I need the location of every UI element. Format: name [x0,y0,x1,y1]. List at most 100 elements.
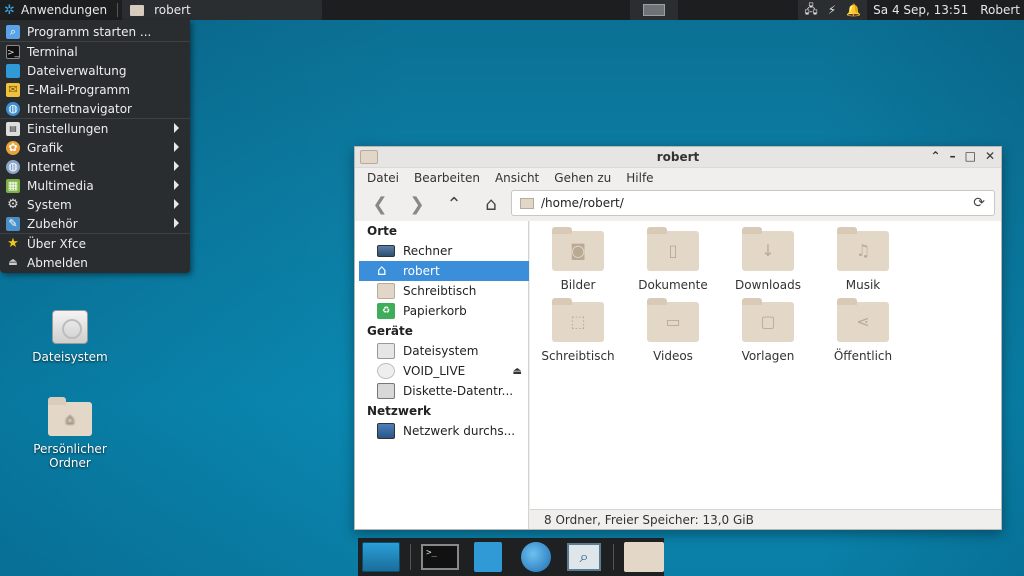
folder-videos[interactable]: ▭ Videos [625,298,721,363]
menu-item-mail[interactable]: ✉ E-Mail-Programm [0,80,190,99]
reload-icon[interactable]: ⟳ [973,195,985,211]
applications-menu-button[interactable]: ✲ Anwendungen [0,0,113,20]
sidebar-item-robert[interactable]: ⌂ robert [359,261,529,281]
video-folder-icon: ▭ [647,298,699,342]
close-button[interactable]: ✕ [985,149,995,163]
dock-separator [410,544,412,570]
menu-item-run-program[interactable]: ⌕ Programm starten ... [0,22,190,41]
menu-datei[interactable]: Datei [367,171,399,185]
dock-file-manager[interactable] [469,540,507,574]
eject-icon[interactable]: ⏏ [513,366,522,377]
dock-app-finder[interactable]: ⌕ [565,540,603,574]
location-bar[interactable]: ⟳ [511,190,995,216]
notification-bell-icon[interactable]: 🔔 [846,3,861,17]
taskbar-item-robert[interactable]: robert [122,0,323,20]
clock[interactable]: Sa 4 Sep, 13:51 [873,3,968,17]
desktop-icon-filesystem[interactable]: Dateisystem [20,310,120,364]
desktop-icon-label: Dateisystem [32,350,108,364]
camera-folder-icon: ◙ [552,227,604,271]
sidebar-item-void-live[interactable]: VOID_LIVE ⏏ [355,361,528,381]
forward-button[interactable]: ❯ [402,191,432,217]
folder-label: Downloads [735,278,801,292]
home-button[interactable]: ⌂ [476,191,506,217]
menu-gehen-zu[interactable]: Gehen zu [554,171,611,185]
location-input[interactable] [541,196,961,210]
folder-oeffentlich[interactable]: ⋖ Öffentlich [815,298,911,363]
sidebar-item-desktop[interactable]: Schreibtisch [355,281,528,301]
multimedia-icon: ▦ [6,178,20,193]
sidebar-item-browse-network[interactable]: Netzwerk durchs... [355,421,528,441]
home-folder-icon: ⌂ [48,397,92,436]
menu-item-graphics[interactable]: ✿ Grafik [0,138,190,157]
menu-item-terminal[interactable]: >_ Terminal [0,42,190,61]
sidebar: Orte Rechner ⌂ robert Schreibtisch ♻ Papie… [355,221,529,529]
network-icon [377,423,395,439]
search-icon: ⌕ [567,543,602,571]
desktop-icon-label: Persönlicher Ordner [33,442,107,470]
folder-dokumente[interactable]: ▯ Dokumente [625,227,721,292]
logout-icon: ⏏ [8,256,18,268]
menu-item-label: Abmelden [27,255,88,270]
applications-label: Anwendungen [21,3,108,17]
folder-label: Dokumente [638,278,708,292]
template-folder-icon: ▢ [742,298,794,342]
system-tray: 🖧 ⚡ 🔔 [798,0,868,21]
menu-item-about-xfce[interactable]: ★ Über Xfce [0,234,190,253]
submenu-arrow-icon [174,161,179,171]
parent-folder-button[interactable]: ⌃ [439,191,469,217]
menu-item-file-manager[interactable]: Dateiverwaltung [0,61,190,80]
folder-icon [623,542,664,572]
folder-downloads[interactable]: ↓ Downloads [720,227,816,292]
submenu-arrow-icon [174,123,179,133]
dock-web-browser[interactable] [517,540,555,574]
menu-item-multimedia[interactable]: ▦ Multimedia [0,176,190,195]
folder-label: Öffentlich [833,349,893,363]
folder-bilder[interactable]: ◙ Bilder [530,227,626,292]
sidebar-item-filesystem[interactable]: Dateisystem [355,341,528,361]
window-titlebar[interactable]: robert ⌃ – □ ✕ [355,147,1001,168]
workspace-1[interactable] [643,4,665,16]
menu-item-settings[interactable]: ▤ Einstellungen [0,119,190,138]
sidebar-item-floppy[interactable]: Diskette-Datentr... [355,381,528,401]
menu-item-browser[interactable]: ◍ Internetnavigator [0,99,190,118]
folder-label: Vorlagen [741,349,795,363]
maximize-button[interactable]: □ [965,149,976,163]
back-button[interactable]: ❮ [365,191,395,217]
document-folder-icon: ▯ [647,227,699,271]
sidebar-item-computer[interactable]: Rechner [355,241,528,261]
folder-musik[interactable]: ♫ Musik [815,227,911,292]
menu-item-accessories[interactable]: ✎ Zubehör [0,214,190,233]
window-title: robert [656,150,700,164]
menu-item-system[interactable]: ⚙ System [0,195,190,214]
menu-hilfe[interactable]: Hilfe [626,171,653,185]
network-icon[interactable]: 🖧 [804,0,817,21]
shade-button[interactable]: ⌃ [931,149,941,163]
user-name[interactable]: Robert [980,3,1020,17]
folder-schreibtisch[interactable]: ⬚ Schreibtisch [530,298,626,363]
menu-item-logout[interactable]: ⏏ Abmelden [0,253,190,272]
menu-bearbeiten[interactable]: Bearbeiten [414,171,480,185]
folder-label: Musik [845,278,881,292]
computer-icon [377,245,395,257]
workspace-switcher[interactable] [630,0,678,20]
dock-show-desktop[interactable] [362,542,401,572]
menu-item-label: Internetnavigator [27,101,132,116]
dock-home-folder[interactable] [623,540,664,574]
terminal-icon: >_ [421,544,460,570]
hard-drive-icon [377,343,395,359]
submenu-arrow-icon [174,199,179,209]
power-icon[interactable]: ⚡ [828,3,836,17]
menu-item-label: Über Xfce [27,236,86,251]
minimize-button[interactable]: – [950,149,956,163]
dock-terminal[interactable]: >_ [421,540,460,574]
folder-vorlagen[interactable]: ▢ Vorlagen [720,298,816,363]
menu-item-label: System [27,197,72,212]
panel-separator [117,3,119,17]
menu-item-label: Programm starten ... [27,24,152,39]
music-folder-icon: ♫ [837,227,889,271]
sidebar-item-trash[interactable]: ♻ Papierkorb [355,301,528,321]
menu-item-label: Terminal [27,44,78,59]
menu-item-internet[interactable]: ◍ Internet [0,157,190,176]
menu-ansicht[interactable]: Ansicht [495,171,539,185]
desktop-icon-home[interactable]: ⌂ Persönlicher Ordner [20,397,120,470]
